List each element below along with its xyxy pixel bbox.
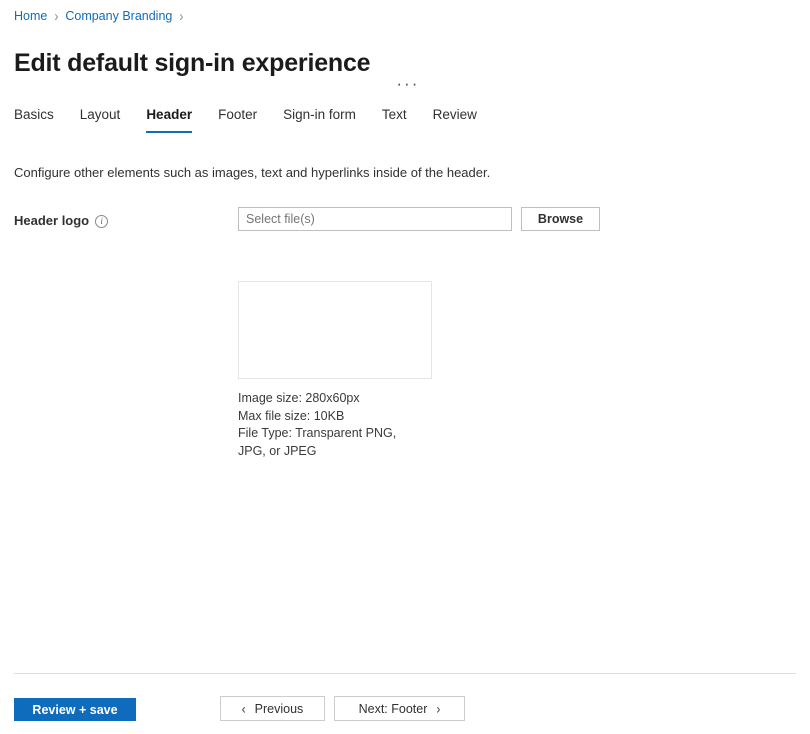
previous-button[interactable]: ‹ Previous <box>220 696 325 721</box>
review-save-button[interactable]: Review + save <box>14 698 136 721</box>
tab-basics[interactable]: Basics <box>14 106 54 133</box>
tab-label: Basics <box>14 107 54 122</box>
section-description: Configure other elements such as images,… <box>14 164 490 182</box>
next-footer-button[interactable]: Next: Footer › <box>334 696 465 721</box>
tab-layout[interactable]: Layout <box>80 106 121 133</box>
tab-label: Review <box>433 107 477 122</box>
tab-header[interactable]: Header <box>146 106 192 133</box>
requirement-file-type-cont: JPG, or JPEG <box>238 443 428 461</box>
footer-divider <box>14 673 796 674</box>
tab-sign-in-form[interactable]: Sign-in form <box>283 106 356 133</box>
chevron-left-icon: ‹ <box>242 702 246 716</box>
tab-label: Sign-in form <box>283 107 356 122</box>
header-logo-requirements: Image size: 280x60px Max file size: 10KB… <box>238 390 428 460</box>
previous-button-label: Previous <box>255 702 304 716</box>
tab-label: Header <box>146 107 192 122</box>
requirement-image-size: Image size: 280x60px <box>238 390 428 408</box>
breadcrumb-chevron-icon: › <box>54 6 58 26</box>
tab-label: Text <box>382 107 407 122</box>
tab-footer[interactable]: Footer <box>218 106 257 133</box>
tab-label: Layout <box>80 107 121 122</box>
tab-review[interactable]: Review <box>433 106 477 133</box>
requirement-max-file-size: Max file size: 10KB <box>238 408 428 426</box>
page-title: Edit default sign-in experience <box>14 48 370 78</box>
requirement-file-type: File Type: Transparent PNG, <box>238 425 428 443</box>
breadcrumb-item-company-branding[interactable]: Company Branding <box>65 8 172 24</box>
breadcrumb-chevron-icon: › <box>179 6 183 26</box>
tab-label: Footer <box>218 107 257 122</box>
browse-button[interactable]: Browse <box>521 207 600 231</box>
next-button-label: Next: Footer <box>359 702 428 716</box>
header-logo-file-input[interactable] <box>238 207 512 231</box>
info-icon[interactable]: i <box>95 215 108 228</box>
page-title-row: Edit default sign-in experience ··· <box>14 31 423 95</box>
header-logo-label-group: Header logo i <box>14 212 108 230</box>
breadcrumb: Home › Company Branding › <box>14 8 190 24</box>
header-logo-label: Header logo <box>14 212 89 230</box>
breadcrumb-item-home[interactable]: Home <box>14 8 47 24</box>
tab-text[interactable]: Text <box>382 106 407 133</box>
more-actions-icon[interactable]: ··· <box>392 75 423 93</box>
header-logo-preview <box>238 281 432 379</box>
chevron-right-icon: › <box>436 702 440 716</box>
wizard-tabs: Basics Layout Header Footer Sign-in form… <box>14 106 503 133</box>
